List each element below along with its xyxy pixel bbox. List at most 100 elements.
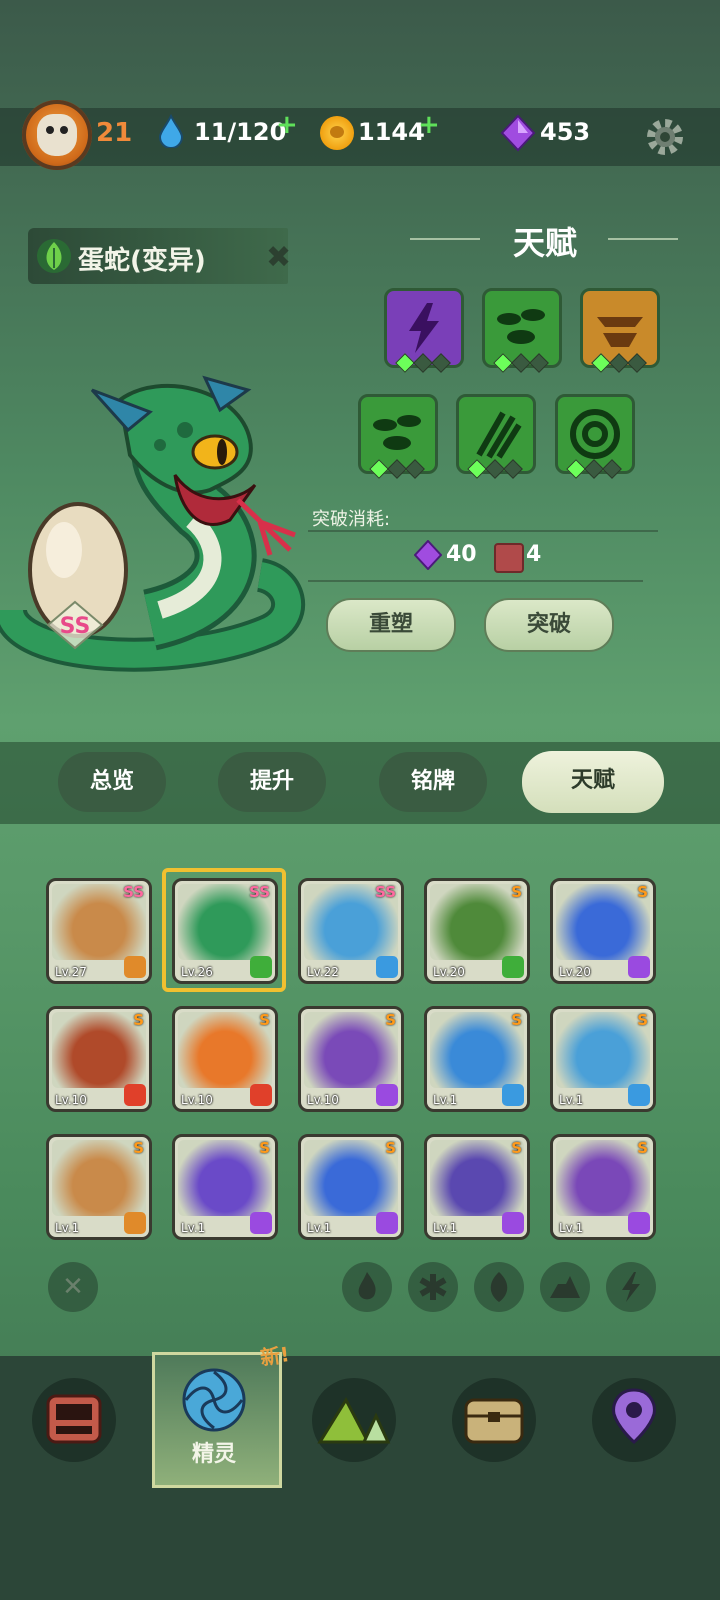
player-avatar[interactable] — [22, 100, 92, 170]
thunder-element-icon — [628, 956, 650, 978]
talent-level-dots — [591, 353, 674, 373]
nav-map[interactable] — [592, 1378, 676, 1462]
earth-element-icon — [124, 956, 146, 978]
clear-filter-button[interactable]: ✕ — [48, 1262, 98, 1312]
divider — [308, 530, 658, 532]
arcade-machine-icon — [46, 1394, 102, 1444]
talent-level-dots — [395, 353, 478, 373]
pet-name: 蛋蛇(变异) — [78, 246, 206, 276]
pet-card[interactable]: S Lv.1 — [550, 1006, 656, 1112]
title-ornament-left — [410, 238, 480, 240]
pet-card[interactable]: S Lv.20 — [550, 878, 656, 984]
map-pin-icon — [612, 1388, 656, 1444]
add-energy-button[interactable]: + — [276, 110, 298, 140]
pet-card[interactable]: SS Lv.22 — [298, 878, 404, 984]
pet-level: Lv.22 — [307, 965, 339, 979]
leaf-element-icon — [502, 956, 524, 978]
talent-title: 天赋 — [512, 224, 577, 262]
pet-level: Lv.10 — [307, 1093, 339, 1107]
red-book-icon — [494, 543, 524, 573]
thunder-element-icon — [502, 1212, 524, 1234]
mountain-icon — [317, 1396, 391, 1444]
pet-rank: S — [637, 1011, 648, 1029]
fire-filter-icon[interactable] — [342, 1262, 392, 1312]
pet-portrait — [178, 1140, 272, 1216]
pet-card[interactable]: S Lv.1 — [424, 1134, 530, 1240]
pet-rank: S — [133, 1011, 144, 1029]
pet-portrait — [178, 1012, 272, 1088]
thunder-element-icon — [376, 1212, 398, 1234]
nav-shop[interactable] — [32, 1378, 116, 1462]
talent-level-dots — [493, 353, 576, 373]
pet-portrait — [556, 884, 650, 960]
pet-card[interactable]: S Lv.1 — [46, 1134, 152, 1240]
fire-element-icon — [250, 1084, 272, 1106]
pet-rank: S — [637, 883, 648, 901]
pet-portrait — [556, 1140, 650, 1216]
nav-backpack[interactable] — [452, 1378, 536, 1462]
aperture-spirit-icon — [182, 1368, 246, 1432]
pet-card[interactable]: S Lv.1 — [424, 1006, 530, 1112]
ice-filter-icon[interactable] — [408, 1262, 458, 1312]
pet-level: Lv.1 — [559, 1093, 584, 1107]
cost-book-amount: 4 — [526, 542, 542, 567]
pet-level: Lv.1 — [307, 1221, 332, 1235]
pet-rank: S — [511, 1011, 522, 1029]
pet-card[interactable]: S Lv.10 — [172, 1006, 278, 1112]
fire-element-icon — [124, 1084, 146, 1106]
pet-rank: S — [133, 1139, 144, 1157]
water-drop-icon — [158, 114, 184, 148]
pet-portrait — [304, 1140, 398, 1216]
new-badge: 新! — [258, 1342, 291, 1370]
pet-portrait — [430, 884, 524, 960]
talent-level-dots — [566, 459, 649, 479]
rank-ss-text: SS — [60, 614, 91, 639]
pet-rank: S — [637, 1139, 648, 1157]
pet-rank: S — [385, 1011, 396, 1029]
pet-card[interactable]: S Lv.10 — [46, 1006, 152, 1112]
avatar-face — [37, 114, 77, 156]
title-ornament-right — [608, 238, 678, 240]
tab-talent[interactable]: 天赋 — [522, 751, 664, 813]
nav-adventure[interactable] — [312, 1378, 396, 1462]
breakthrough-cost-label: 突破消耗: — [312, 509, 391, 530]
pet-level: Lv.20 — [559, 965, 591, 979]
pet-card[interactable]: S Lv.1 — [172, 1134, 278, 1240]
earth-filter-icon[interactable] — [540, 1262, 590, 1312]
pet-rank: S — [511, 1139, 522, 1157]
pet-card[interactable]: S Lv.1 — [298, 1134, 404, 1240]
pet-portrait — [430, 1140, 524, 1216]
pet-card[interactable]: S Lv.10 — [298, 1006, 404, 1112]
tab-overview[interactable]: 总览 — [58, 752, 166, 812]
coin-count: 1144 — [358, 118, 425, 146]
thunder-filter-icon[interactable] — [606, 1262, 656, 1312]
reroll-button[interactable]: 重塑 — [326, 598, 456, 652]
pet-level: Lv.10 — [181, 1093, 213, 1107]
pet-card[interactable]: SS Lv.27 — [46, 878, 152, 984]
pet-card[interactable]: S Lv.20 — [424, 878, 530, 984]
cost-gem-amount: 40 — [446, 542, 477, 567]
pet-portrait — [556, 1012, 650, 1088]
pet-level: Lv.1 — [559, 1221, 584, 1235]
tab-upgrade[interactable]: 提升 — [218, 752, 326, 812]
pet-portrait — [52, 1140, 146, 1216]
add-coin-button[interactable]: + — [418, 110, 440, 140]
tab-plaque[interactable]: 铭牌 — [379, 752, 487, 812]
settings-gear-icon[interactable] — [644, 116, 686, 158]
coin-icon — [320, 116, 354, 150]
pet-portrait — [430, 1012, 524, 1088]
pet-level: Lv.20 — [433, 965, 465, 979]
ice-element-icon — [502, 1084, 524, 1106]
purple-gem-icon — [500, 114, 536, 152]
thunder-element-icon — [628, 1212, 650, 1234]
chest-icon — [464, 1398, 524, 1444]
leaf-filter-icon[interactable] — [474, 1262, 524, 1312]
breakthrough-button[interactable]: 突破 — [484, 598, 614, 652]
pet-card[interactable]: S Lv.1 — [550, 1134, 656, 1240]
player-level: 21 — [96, 118, 133, 148]
purple-gem-icon — [414, 540, 442, 570]
earth-element-icon — [124, 1212, 146, 1234]
pet-level: Lv.1 — [433, 1221, 458, 1235]
ice-element-icon — [376, 956, 398, 978]
talent-level-dots — [369, 459, 452, 479]
